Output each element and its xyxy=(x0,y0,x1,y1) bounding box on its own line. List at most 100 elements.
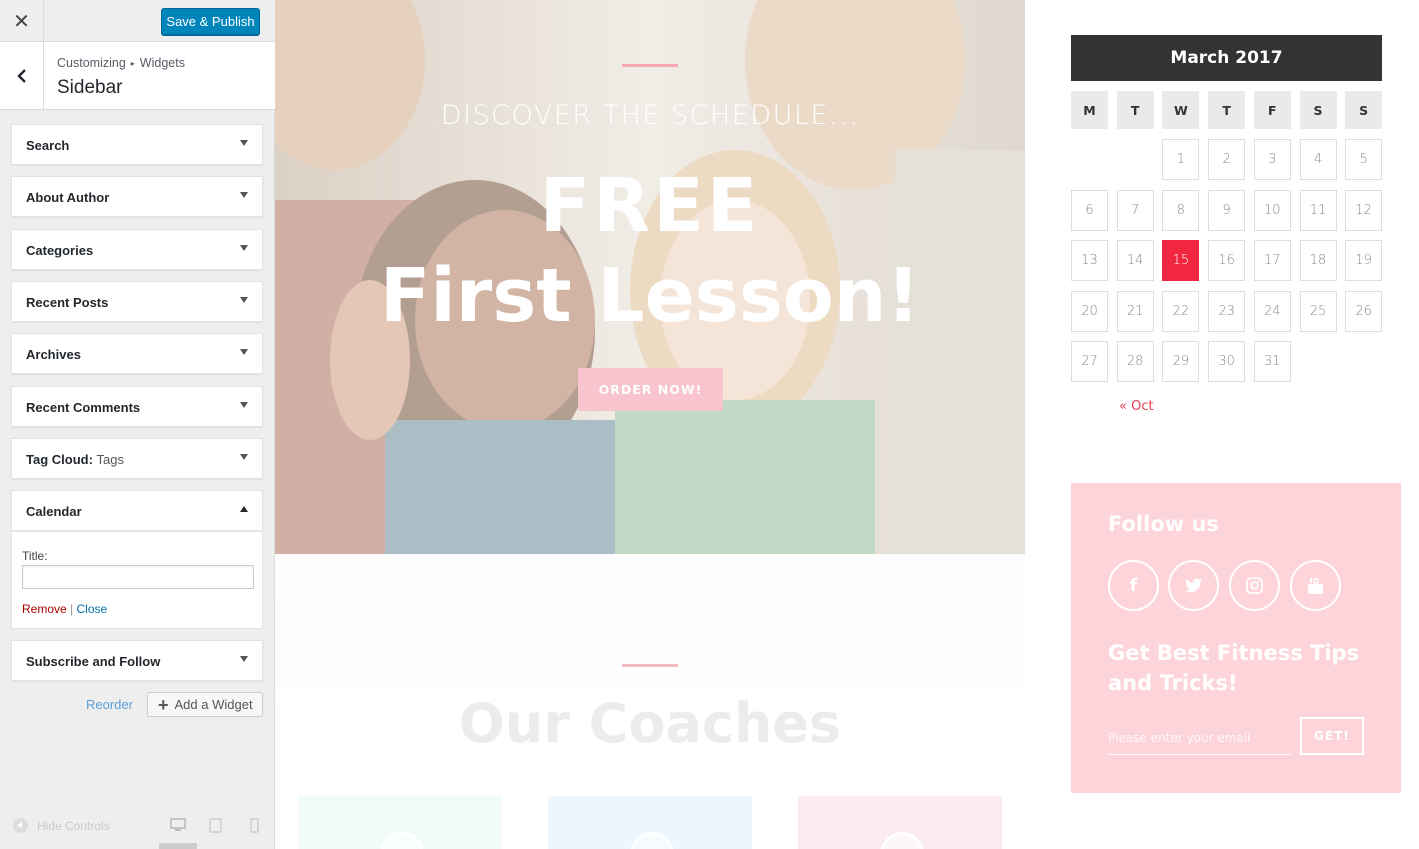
widget-categories[interactable]: Categories xyxy=(11,229,263,270)
calendar-caption: March 2017 xyxy=(1071,35,1382,81)
back-icon[interactable] xyxy=(0,42,44,109)
avatar xyxy=(630,832,674,849)
chevron-down-icon[interactable] xyxy=(240,297,248,303)
calendar-day[interactable]: 28 xyxy=(1116,341,1154,382)
coaches-divider xyxy=(622,664,678,667)
chevron-down-icon[interactable] xyxy=(240,454,248,460)
calendar-day-today[interactable]: 15 xyxy=(1162,240,1200,281)
tablet-icon[interactable] xyxy=(209,818,222,833)
section-header: Customizing ▸ Widgets Sidebar xyxy=(0,42,275,110)
reorder-link[interactable]: Reorder xyxy=(86,697,133,712)
calendar-day[interactable]: 19 xyxy=(1345,240,1383,281)
hero-subtitle: DISCOVER THE SCHEDULE... xyxy=(440,100,860,131)
widget-calendar[interactable]: Calendar xyxy=(11,490,263,531)
calendar-widget-form: Title: Remove | Close xyxy=(11,531,263,629)
widget-title-sub: Tags xyxy=(96,452,125,467)
calendar-day[interactable]: 14 xyxy=(1116,240,1154,281)
hero-banner: DISCOVER THE SCHEDULE... FREE First Less… xyxy=(275,0,1025,554)
calendar-day[interactable]: 21 xyxy=(1116,290,1154,332)
widget-archives[interactable]: Archives xyxy=(11,333,263,374)
chevron-down-icon[interactable] xyxy=(240,349,248,355)
mobile-icon[interactable] xyxy=(250,818,259,833)
chevron-down-icon[interactable] xyxy=(240,245,248,251)
order-now-button[interactable]: ORDER NOW! xyxy=(578,368,723,411)
calendar-day[interactable]: 22 xyxy=(1162,290,1200,332)
calendar-day[interactable]: 10 xyxy=(1253,189,1291,231)
get-button[interactable]: GET! xyxy=(1300,717,1364,755)
save-publish-button[interactable]: Save & Publish xyxy=(161,8,260,35)
calendar-day[interactable]: 13 xyxy=(1071,240,1108,281)
email-input[interactable] xyxy=(1108,721,1291,755)
widget-title: Search xyxy=(26,138,70,153)
facebook-icon[interactable]: f xyxy=(1108,560,1159,611)
twitter-icon[interactable] xyxy=(1168,560,1219,611)
calendar-day[interactable]: 11 xyxy=(1299,189,1337,231)
plus-icon: + xyxy=(158,694,169,715)
widget-about-author[interactable]: About Author xyxy=(11,176,263,217)
widget-title: Calendar xyxy=(26,504,82,519)
calendar-weekday: T xyxy=(1208,91,1246,129)
calendar-day[interactable]: 27 xyxy=(1071,341,1108,382)
calendar-day[interactable]: 5 xyxy=(1345,139,1383,180)
calendar-day[interactable]: 3 xyxy=(1253,139,1291,180)
remove-link[interactable]: Remove xyxy=(22,602,67,616)
calendar-day[interactable]: 7 xyxy=(1116,189,1154,231)
calendar-day[interactable]: 9 xyxy=(1208,189,1246,231)
desktop-icon[interactable] xyxy=(170,818,186,832)
avatar xyxy=(380,832,424,849)
widget-subscribe-follow[interactable]: Subscribe and Follow xyxy=(11,640,263,681)
widget-title: About Author xyxy=(26,190,110,205)
widget-actions: Remove | Close xyxy=(22,602,107,616)
calendar-day[interactable]: 2 xyxy=(1208,139,1246,180)
widget-search[interactable]: Search xyxy=(11,124,263,165)
calendar-weekday: F xyxy=(1253,91,1291,129)
calendar-prev-link[interactable]: « Oct xyxy=(1119,399,1154,414)
title-input[interactable] xyxy=(22,565,254,589)
widget-tag-cloud[interactable]: Tag Cloud: Tags xyxy=(11,438,263,479)
calendar-day[interactable]: 16 xyxy=(1208,240,1246,281)
calendar-day[interactable]: 17 xyxy=(1253,240,1291,281)
calendar-day[interactable]: 30 xyxy=(1208,341,1246,382)
calendar-day[interactable]: 12 xyxy=(1345,189,1383,231)
calendar-widget: March 2017 M T W T F S S 1 2 3 4 5 6 7 8 9 10 11 12 13 14 15 1… xyxy=(1071,35,1383,414)
widget-recent-comments[interactable]: Recent Comments xyxy=(11,386,263,427)
chevron-down-icon[interactable] xyxy=(240,140,248,146)
add-widget-button[interactable]: + Add a Widget xyxy=(147,692,263,717)
calendar-day[interactable]: 25 xyxy=(1299,290,1337,332)
widget-title-main: Tag Cloud: xyxy=(26,452,93,467)
close-icon[interactable]: ✕ xyxy=(0,0,44,42)
calendar-day[interactable]: 24 xyxy=(1253,290,1291,332)
calendar-day[interactable]: 4 xyxy=(1299,139,1337,180)
calendar-weekday: T xyxy=(1116,91,1154,129)
fitness-tips-title: Get Best Fitness Tips and Tricks! xyxy=(1108,641,1360,695)
calendar-day[interactable]: 26 xyxy=(1345,290,1383,332)
follow-box: Follow us f Get Best Fitness Tips and Tr… xyxy=(1071,483,1401,793)
chevron-up-icon[interactable] xyxy=(240,506,248,512)
calendar-day[interactable]: 29 xyxy=(1162,341,1200,382)
hero-title-line2: First Lesson! xyxy=(379,253,921,339)
calendar-day[interactable]: 1 xyxy=(1162,139,1200,180)
calendar-day[interactable]: 18 xyxy=(1299,240,1337,281)
calendar-day[interactable]: 31 xyxy=(1253,341,1291,382)
widget-title: Tag Cloud: Tags xyxy=(26,452,124,467)
calendar-day[interactable]: 23 xyxy=(1208,290,1246,332)
calendar-weekday: S xyxy=(1345,91,1383,129)
hide-controls-button[interactable]: Hide Controls xyxy=(13,818,110,833)
chevron-down-icon[interactable] xyxy=(240,402,248,408)
youtube-icon[interactable] xyxy=(1290,560,1341,611)
avatar xyxy=(880,832,924,849)
widget-recent-posts[interactable]: Recent Posts xyxy=(11,281,263,322)
chevron-down-icon[interactable] xyxy=(240,192,248,198)
coach-card[interactable] xyxy=(298,796,502,849)
calendar-day[interactable]: 20 xyxy=(1071,290,1108,332)
coach-card[interactable] xyxy=(798,796,1002,849)
close-link[interactable]: Close xyxy=(77,602,108,616)
calendar-day[interactable]: 8 xyxy=(1162,189,1200,231)
instagram-icon[interactable] xyxy=(1229,560,1280,611)
coach-card[interactable] xyxy=(548,796,752,849)
chevron-down-icon[interactable] xyxy=(240,656,248,662)
breadcrumb: Customizing ▸ Widgets xyxy=(57,56,185,70)
device-active-indicator xyxy=(159,843,197,849)
calendar-day[interactable]: 6 xyxy=(1071,189,1108,231)
customizer-header: ✕ Save & Publish xyxy=(0,0,275,42)
